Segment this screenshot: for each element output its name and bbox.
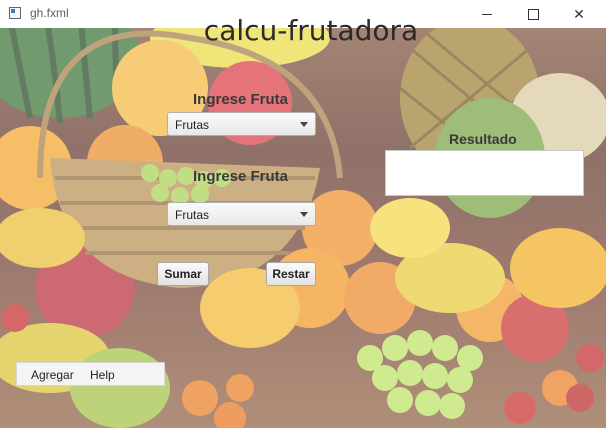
- fruit1-select[interactable]: Frutas: [167, 112, 316, 136]
- menu-bar: Agregar Help: [16, 362, 165, 386]
- fruit1-select-value: Frutas: [175, 118, 210, 132]
- result-field[interactable]: [385, 150, 584, 196]
- result-label: Resultado: [449, 131, 517, 147]
- add-button[interactable]: Sumar: [157, 262, 209, 286]
- menu-help[interactable]: Help: [90, 368, 115, 382]
- menu-agregar[interactable]: Agregar: [31, 368, 74, 382]
- fruit2-label: Ingrese Fruta: [193, 168, 289, 185]
- app-title: calcu-frutadora: [203, 14, 419, 47]
- fruit2-select[interactable]: Frutas: [167, 202, 316, 226]
- subtract-button[interactable]: Restar: [266, 262, 316, 286]
- chevron-down-icon: [300, 122, 308, 127]
- fruit1-label: Ingrese Fruta: [193, 91, 289, 108]
- chevron-down-icon: [300, 212, 308, 217]
- fruit2-select-value: Frutas: [175, 208, 210, 222]
